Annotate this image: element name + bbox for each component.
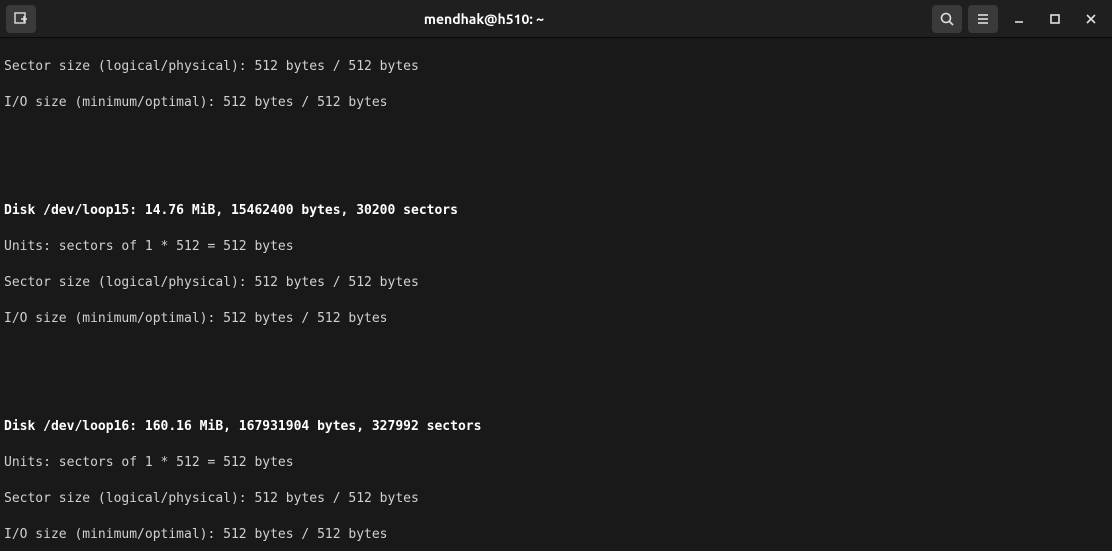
maximize-button[interactable]: [1040, 5, 1070, 33]
output-line: Sector size (logical/physical): 512 byte…: [4, 58, 1108, 76]
titlebar: mendhak@h510: ~: [0, 0, 1112, 38]
output-line: Sector size (logical/physical): 512 byte…: [4, 490, 1108, 508]
output-line: Sector size (logical/physical): 512 byte…: [4, 274, 1108, 292]
blank-line: [4, 346, 1108, 364]
output-line: Units: sectors of 1 * 512 = 512 bytes: [4, 454, 1108, 472]
minimize-button[interactable]: [1004, 5, 1034, 33]
menu-button[interactable]: [968, 5, 998, 33]
output-line: I/O size (minimum/optimal): 512 bytes / …: [4, 94, 1108, 112]
new-tab-button[interactable]: [6, 5, 36, 33]
close-button[interactable]: [1076, 5, 1106, 33]
output-line: I/O size (minimum/optimal): 512 bytes / …: [4, 526, 1108, 544]
output-line: Units: sectors of 1 * 512 = 512 bytes: [4, 238, 1108, 256]
blank-line: [4, 166, 1108, 184]
window-title: mendhak@h510: ~: [42, 11, 926, 27]
blank-line: [4, 382, 1108, 400]
titlebar-right: [932, 5, 1106, 33]
blank-line: [4, 130, 1108, 148]
disk-header: Disk /dev/loop16: 160.16 MiB, 167931904 …: [4, 418, 1108, 436]
search-button[interactable]: [932, 5, 962, 33]
output-line: I/O size (minimum/optimal): 512 bytes / …: [4, 310, 1108, 328]
disk-header: Disk /dev/loop15: 14.76 MiB, 15462400 by…: [4, 202, 1108, 220]
terminal-area[interactable]: Sector size (logical/physical): 512 byte…: [0, 38, 1112, 551]
